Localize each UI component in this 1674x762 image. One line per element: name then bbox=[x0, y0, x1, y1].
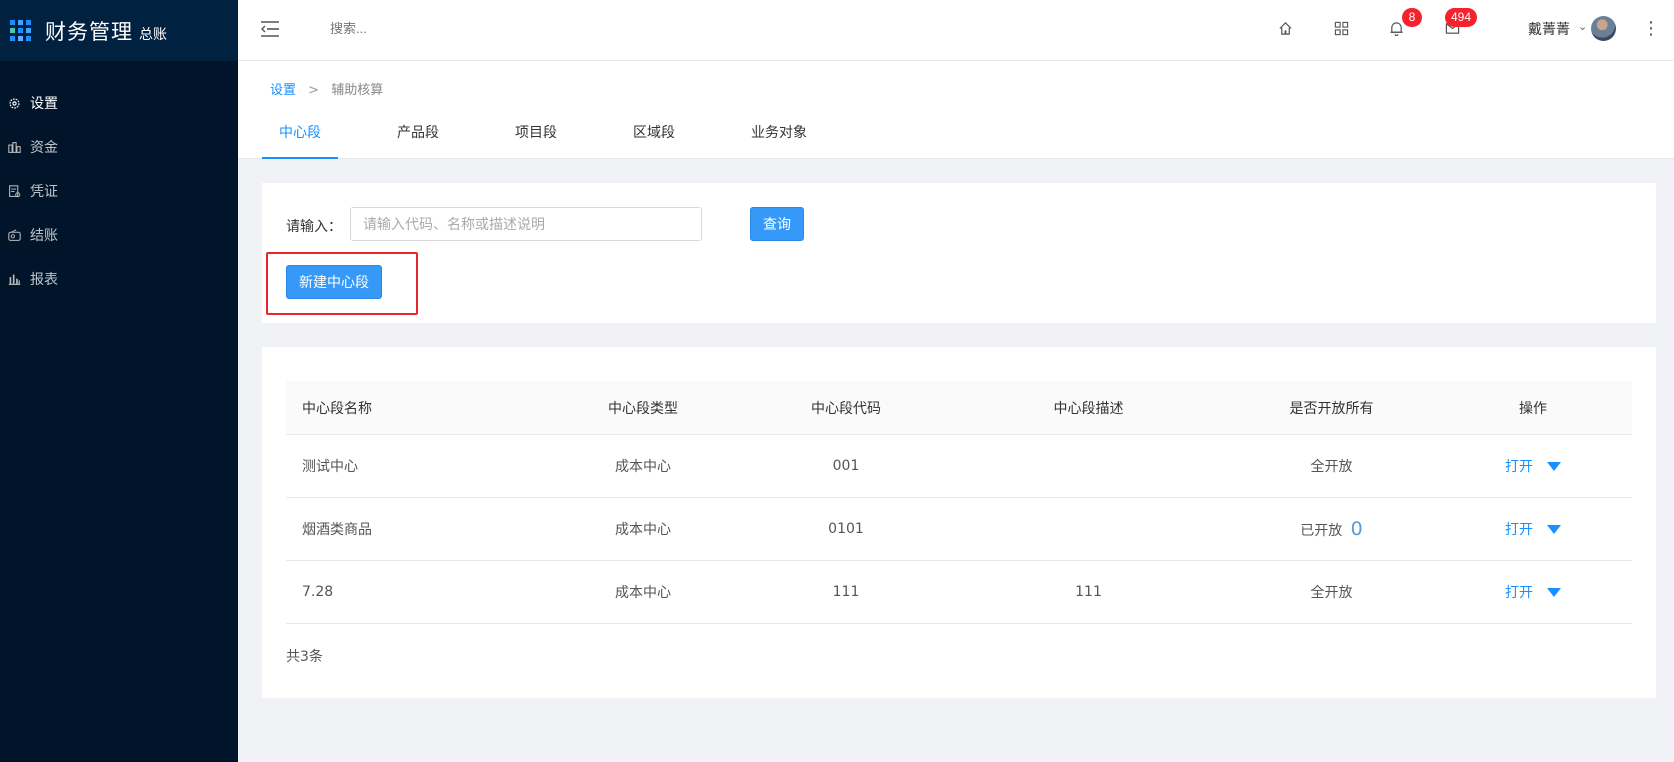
cell-code: 001 bbox=[832, 458, 860, 474]
col-open-header: 是否开放所有 bbox=[1289, 400, 1374, 417]
table-row: 测试中心 成本中心 001 全开放 打开 bbox=[286, 435, 1632, 498]
more-vertical-icon[interactable]: ⋮ bbox=[1642, 18, 1660, 39]
table-row: 烟酒类商品 成本中心 0101 已开放 0 打开 bbox=[286, 498, 1632, 561]
home-icon[interactable] bbox=[1275, 18, 1295, 38]
tab-region-segment[interactable]: 区域段 bbox=[616, 121, 692, 159]
sidebar-item-settings[interactable]: 设置 bbox=[0, 81, 238, 125]
sidebar-item-voucher[interactable]: 凭证 bbox=[0, 169, 238, 213]
col-type-header: 中心段类型 bbox=[608, 400, 678, 417]
sidebar: 财务管理 总账 设置 资金 凭证 结账 报表 bbox=[0, 0, 238, 762]
app-subtitle: 总账 bbox=[139, 26, 167, 43]
cell-open: 全开放 bbox=[1210, 582, 1453, 602]
cell-code: 111 bbox=[832, 584, 860, 600]
open-count[interactable]: 0 bbox=[1351, 518, 1363, 540]
tab-product-segment[interactable]: 产品段 bbox=[380, 121, 456, 159]
col-desc-header: 中心段描述 bbox=[1053, 400, 1124, 417]
open-status: 全开放 bbox=[1310, 585, 1353, 601]
segment-tabs: 中心段 产品段 项目段 区域段 业务对象 bbox=[262, 121, 866, 159]
funds-icon bbox=[7, 140, 21, 154]
sidebar-item-checkout[interactable]: 结账 bbox=[0, 213, 238, 257]
cell-open: 已开放 0 bbox=[1210, 518, 1453, 540]
cell-name: 7.28 bbox=[302, 584, 334, 600]
sidebar-item-label: 结账 bbox=[30, 228, 58, 244]
cell-action: 打开 bbox=[1453, 582, 1613, 602]
cell-name: 测试中心 bbox=[302, 459, 358, 475]
total-count: 共3条 bbox=[286, 649, 323, 665]
voucher-icon bbox=[7, 184, 21, 198]
sidebar-item-label: 报表 bbox=[30, 272, 58, 288]
sidebar-menu: 设置 资金 凭证 结账 报表 bbox=[0, 81, 238, 301]
sidebar-item-label: 设置 bbox=[30, 96, 58, 112]
query-label: 请输入： bbox=[286, 219, 342, 235]
col-code-header: 中心段代码 bbox=[811, 400, 881, 417]
cell-action: 打开 bbox=[1453, 456, 1613, 476]
gear-icon bbox=[7, 96, 21, 110]
open-status: 已开放 bbox=[1300, 523, 1343, 539]
cell-name: 烟酒类商品 bbox=[302, 522, 372, 538]
cell-type: 成本中心 bbox=[615, 459, 671, 475]
top-header: 8 494 戴菁菁 ⌄ ⋮ bbox=[238, 0, 1674, 61]
apps-grid-icon bbox=[10, 20, 31, 41]
tab-center-segment[interactable]: 中心段 bbox=[262, 121, 338, 159]
tab-project-segment[interactable]: 项目段 bbox=[498, 121, 574, 159]
app-logo: 财务管理 总账 bbox=[0, 0, 238, 61]
breadcrumb-current: 辅助核算 bbox=[331, 83, 384, 98]
global-search-input[interactable] bbox=[330, 21, 550, 36]
notification-badge: 8 bbox=[1402, 8, 1422, 27]
segment-table: 中心段名称 中心段类型 中心段代码 中心段描述 是否开放所有 操作 测试中心 成… bbox=[286, 381, 1632, 624]
query-input[interactable] bbox=[350, 207, 702, 241]
sidebar-item-label: 凭证 bbox=[30, 184, 58, 200]
checkout-icon bbox=[7, 228, 21, 242]
new-center-segment-button[interactable]: 新建中心段 bbox=[286, 265, 382, 299]
cell-action: 打开 bbox=[1453, 519, 1613, 539]
page-topbar: 设置 > 辅助核算 中心段 产品段 项目段 区域段 业务对象 bbox=[238, 61, 1674, 159]
chevron-down-icon[interactable]: ⌄ bbox=[1578, 20, 1587, 33]
table-header: 中心段名称 中心段类型 中心段代码 中心段描述 是否开放所有 操作 bbox=[286, 381, 1632, 435]
breadcrumb-separator: > bbox=[308, 83, 320, 98]
cell-open: 全开放 bbox=[1210, 456, 1453, 476]
chart-icon bbox=[7, 272, 21, 286]
app-title: 财务管理 bbox=[45, 19, 133, 44]
cell-code: 0101 bbox=[828, 521, 864, 537]
cell-desc: 111 bbox=[1075, 584, 1102, 600]
col-action-header: 操作 bbox=[1519, 400, 1547, 417]
avatar[interactable] bbox=[1591, 16, 1616, 41]
cell-type: 成本中心 bbox=[615, 522, 671, 538]
caret-down-icon[interactable] bbox=[1547, 461, 1561, 471]
table-row: 7.28 成本中心 111 111 全开放 打开 bbox=[286, 561, 1632, 624]
open-link[interactable]: 打开 bbox=[1505, 456, 1533, 476]
user-name[interactable]: 戴菁菁 bbox=[1528, 19, 1570, 39]
col-name-header: 中心段名称 bbox=[302, 400, 372, 417]
open-link[interactable]: 打开 bbox=[1505, 519, 1533, 539]
tab-business-object[interactable]: 业务对象 bbox=[734, 121, 824, 159]
query-card: 请输入： 查询 新建中心段 bbox=[262, 183, 1656, 323]
open-link[interactable]: 打开 bbox=[1505, 582, 1533, 602]
breadcrumb: 设置 > 辅助核算 bbox=[270, 79, 383, 98]
menu-collapse-icon[interactable] bbox=[260, 20, 280, 38]
open-status: 全开放 bbox=[1310, 459, 1353, 475]
message-badge: 494 bbox=[1445, 8, 1478, 27]
sidebar-item-funds[interactable]: 资金 bbox=[0, 125, 238, 169]
table-card: 中心段名称 中心段类型 中心段代码 中心段描述 是否开放所有 操作 测试中心 成… bbox=[262, 347, 1656, 698]
cell-type: 成本中心 bbox=[615, 585, 671, 601]
breadcrumb-root[interactable]: 设置 bbox=[270, 83, 296, 98]
caret-down-icon[interactable] bbox=[1547, 587, 1561, 597]
query-button[interactable]: 查询 bbox=[750, 207, 804, 241]
sidebar-item-label: 资金 bbox=[30, 140, 58, 156]
app-grid-icon[interactable] bbox=[1331, 18, 1351, 38]
sidebar-item-reports[interactable]: 报表 bbox=[0, 257, 238, 301]
caret-down-icon[interactable] bbox=[1547, 524, 1561, 534]
